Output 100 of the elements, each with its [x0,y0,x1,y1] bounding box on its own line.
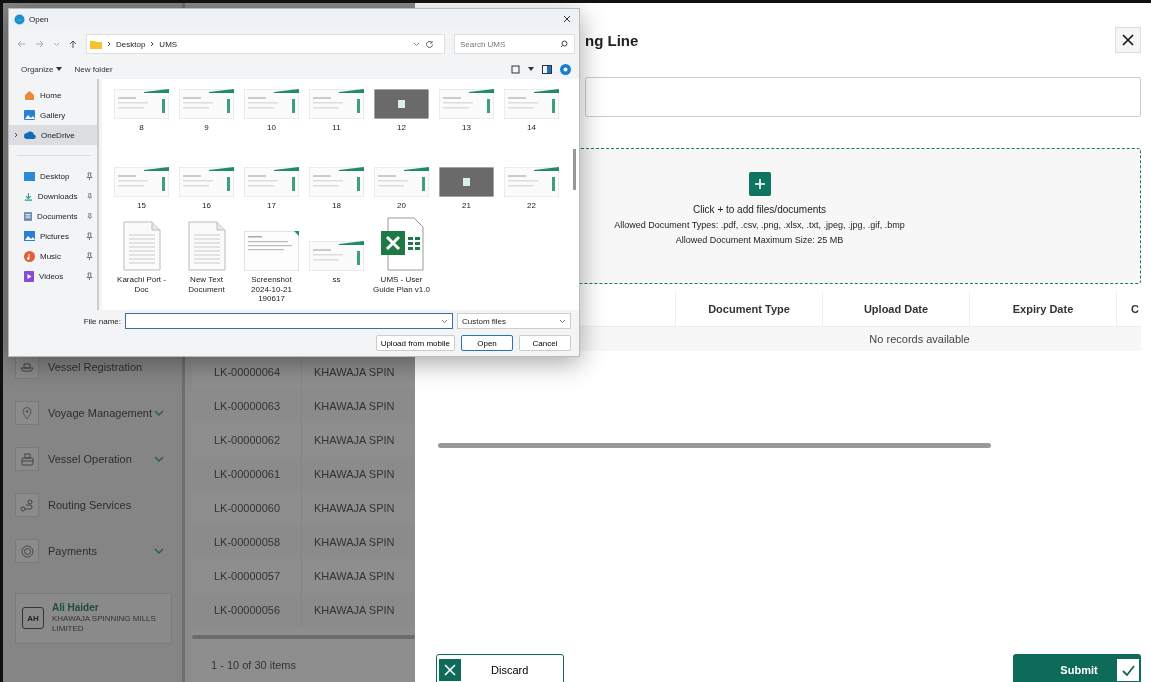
file-item[interactable]: 20 [369,149,434,215]
file-item[interactable]: 9 [174,79,239,149]
nav-item[interactable]: Pictures [9,226,97,246]
scrollbar[interactable] [438,443,991,448]
document-icon [122,221,161,271]
breadcrumb[interactable]: Desktop [116,39,146,49]
nav-item[interactable]: Documents [9,206,97,226]
nav-item[interactable]: Desktop [9,166,97,186]
download-icon [24,190,33,202]
desktop-icon [24,171,35,181]
nav-item[interactable]: Music [9,246,97,266]
file-item[interactable]: UMS - User Guide Plan v1.0 [369,215,434,304]
nav-item[interactable]: Downloads [9,186,97,206]
address-bar[interactable]: Desktop UMS [86,34,445,54]
column-header: Document Type [675,292,822,326]
empty-message: No records available [869,333,970,345]
file-item[interactable]: 18 [304,149,369,215]
scrollbar[interactable] [192,635,415,639]
user-card[interactable]: AH Ali Haider KHAWAJA SPINNING MILLS LIMITED [15,593,172,644]
file-item[interactable]: 16 [174,149,239,215]
file-item[interactable]: 8 [109,79,174,149]
chevron-down-icon[interactable] [441,318,448,324]
browser-icon [14,13,25,25]
cloud-icon [24,131,36,139]
upload-dropzone[interactable]: Click + to add files/documents Allowed Document Types: .pdf, .csv, .png, .xlsx, .txt, .jpeg, .jpg, .gif, .bmp Allowed Document Maximum Size: 25 MB [578,148,1141,284]
sidebar-item[interactable]: Routing Services [15,493,172,517]
file-item[interactable]: 17 [239,149,304,215]
file-item[interactable]: Karachi Port - Doc [109,215,174,304]
nav-item[interactable]: OneDrive [9,125,97,145]
input-field[interactable] [585,77,1141,117]
home-icon [24,90,35,100]
location-icon [22,406,32,420]
add-icon[interactable] [748,172,771,196]
folder-icon [90,39,102,49]
file-item[interactable]: 12 [369,79,434,149]
chevron-right-icon [150,41,155,47]
table-cell-text: KHAWAJA SPIN [313,366,395,378]
submit-button[interactable]: Submit [1013,654,1141,682]
chevron-right-icon[interactable] [13,132,19,138]
chevron-down-icon [559,318,566,324]
user-name: Ali Haider [52,602,100,613]
dialog-button[interactable]: Cancel [519,335,571,351]
file-item[interactable]: 21 [434,149,499,215]
caret-icon [56,67,63,71]
dialog-button[interactable]: Upload from mobile [375,335,455,351]
video-icon [24,270,34,282]
dialog-title: Open [29,14,49,24]
chevron-right-icon [107,41,111,47]
breadcrumb[interactable]: UMS [159,39,178,49]
upload-prompt: Click + to add files/documents [692,204,827,215]
check-icon [1121,664,1135,676]
column-header: Upload Date [822,292,969,326]
file-item[interactable]: 13 [434,79,499,149]
file-item[interactable]: 11 [304,79,369,149]
table-cell-text: KHAWAJA SPIN [313,434,395,446]
table-cell: LK-00000056 [192,593,302,627]
organize-button[interactable]: Organize [19,62,65,76]
chevron-down-icon[interactable] [413,41,420,47]
search-icon [560,40,568,48]
table-cell-text: KHAWAJA SPIN [313,536,395,548]
gallery-icon [24,110,35,120]
close-icon[interactable] [563,15,571,23]
table-cell-text: KHAWAJA SPIN [313,400,395,412]
close-button[interactable] [1115,27,1141,53]
nav-item[interactable]: Gallery [9,105,97,125]
sidebar-item[interactable]: Vessel Operation [15,447,172,471]
caret-icon[interactable] [528,67,534,71]
user-avatar: AH [22,607,44,630]
panel-title: ng Line [584,31,640,49]
nav-item[interactable]: Home [9,85,97,105]
dialog-button[interactable]: Open [461,335,513,351]
view-icon[interactable] [511,64,520,74]
file-name-label: File name: [82,316,121,326]
file-item[interactable]: 14 [499,79,564,149]
allowed-types: Allowed Document Types: .pdf, .csv, .png, .xlsx, .txt, .jpeg, .jpg, .gif, .bmp [614,219,905,232]
sidebar-item[interactable]: Payments [15,539,172,563]
discard-button[interactable]: Discard [436,654,564,682]
file-item[interactable]: New Text Document [174,215,239,304]
preview-pane-icon[interactable] [542,64,552,74]
up-icon[interactable] [69,39,77,49]
file-item[interactable]: 15 [109,149,174,215]
file-name-field[interactable] [125,313,453,329]
document-icon [24,210,32,222]
nav-item[interactable]: Videos [9,266,97,286]
column-header: Expiry Date [969,292,1116,326]
route-icon [20,498,34,512]
refresh-icon[interactable] [425,39,434,49]
search-field[interactable]: Search UMS [454,34,575,54]
sidebar-item[interactable]: Voyage Management [15,401,172,425]
file-type-dropdown[interactable]: Custom files [457,313,571,329]
table-cell-text: KHAWAJA SPIN [313,604,395,616]
ship-icon [20,362,34,372]
file-item[interactable]: 22 [499,149,564,215]
file-item[interactable]: ss [304,215,369,304]
new-folder-button[interactable]: New folder [72,62,115,76]
pagination-info: 1 - 10 of 30 items [210,658,297,671]
file-item[interactable]: 10 [239,79,304,149]
pictures-icon [24,231,35,241]
help-icon[interactable] [560,63,571,75]
file-item[interactable]: Screenshot 2024-10-21 190617 [239,215,304,304]
